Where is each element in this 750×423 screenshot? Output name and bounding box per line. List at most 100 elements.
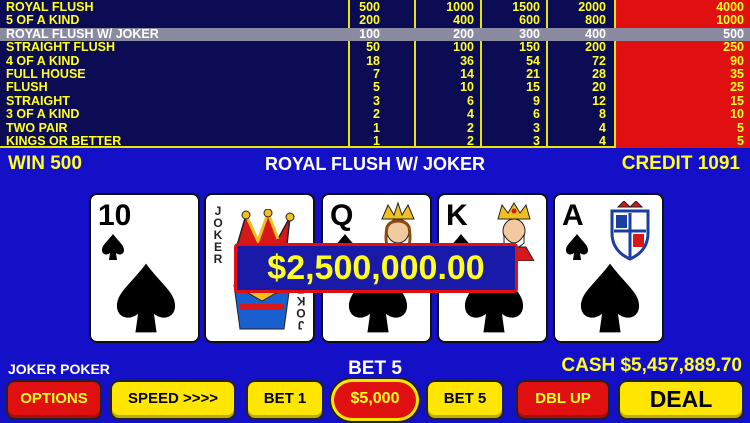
paytable-payout: 10 bbox=[730, 107, 744, 122]
card-rank: Q bbox=[330, 199, 354, 232]
paytable-payout: 5 bbox=[737, 120, 744, 135]
paytable-hand-name: ROYAL FLUSH bbox=[6, 0, 94, 14]
paytable-payout: 14 bbox=[460, 67, 474, 81]
paytable-payout: 200 bbox=[359, 13, 380, 28]
paytable-payout: 2 bbox=[373, 107, 380, 122]
paytable-payout: 4 bbox=[599, 134, 606, 148]
paytable-payout: 250 bbox=[723, 40, 744, 55]
paytable-payout: 36 bbox=[460, 53, 474, 68]
paytable-row: 3 OF A KIND 2 4 6 8 10 bbox=[0, 107, 750, 122]
paytable-payout: 100 bbox=[359, 26, 380, 41]
spade-icon bbox=[116, 263, 176, 333]
spade-icon bbox=[102, 234, 124, 260]
paytable-payout: 200 bbox=[585, 40, 606, 55]
paytable-row: 5 OF A KIND 200 400 600 800 1000 bbox=[0, 13, 750, 28]
options-button[interactable]: OPTIONS bbox=[8, 382, 100, 418]
paytable-hand-name: STRAIGHT bbox=[6, 93, 70, 108]
paytable-payout: 6 bbox=[467, 93, 474, 108]
paytable-payout: 15 bbox=[526, 80, 540, 95]
paytable-payout: 1 bbox=[373, 134, 380, 148]
paytable-payout: 1500 bbox=[512, 0, 540, 14]
paytable-payout: 6 bbox=[533, 107, 540, 122]
paytable-payout: 21 bbox=[526, 67, 540, 81]
paytable-payout: 2 bbox=[467, 120, 474, 135]
card-rank: A bbox=[562, 199, 584, 232]
paytable-payout: 5 bbox=[737, 134, 744, 148]
paytable-payout: 800 bbox=[585, 13, 606, 28]
double-up-button[interactable]: DBL UP bbox=[518, 382, 608, 418]
crest-shield-icon bbox=[610, 201, 650, 261]
paytable-payout: 400 bbox=[453, 13, 474, 28]
paytable-payout: 4 bbox=[467, 107, 474, 122]
paytable-row: FULL HOUSE 7 14 21 28 35 bbox=[0, 67, 750, 81]
paytable-payout: 600 bbox=[519, 13, 540, 28]
paytable-payout: 8 bbox=[599, 107, 606, 122]
card-rank: 10 bbox=[98, 199, 132, 232]
win-payout-banner: $2,500,000.00 bbox=[234, 243, 518, 293]
paytable-payout: 4000 bbox=[716, 0, 744, 14]
paytable-payout: 25 bbox=[730, 80, 744, 95]
paytable-payout: 7 bbox=[373, 67, 380, 81]
paytable-row: STRAIGHT 3 6 9 12 15 bbox=[0, 93, 750, 108]
paytable-payout: 1000 bbox=[446, 0, 474, 14]
paytable-hand-name: 4 OF A KIND bbox=[6, 53, 80, 68]
paytable-payout: 9 bbox=[533, 93, 540, 108]
paytable-payout: 400 bbox=[585, 26, 606, 41]
paytable-hand-name: ROYAL FLUSH W/ JOKER bbox=[6, 26, 159, 41]
paytable-row: TWO PAIR 1 2 3 4 5 bbox=[0, 120, 750, 135]
deal-button[interactable]: DEAL bbox=[620, 382, 742, 418]
card-1[interactable]: 10 bbox=[89, 193, 200, 343]
paytable-payout: 18 bbox=[366, 53, 380, 68]
paytable-payout: 3 bbox=[533, 134, 540, 148]
joker-label-top: JOKER bbox=[213, 204, 223, 266]
paytable-payout: 72 bbox=[592, 53, 606, 68]
bet-max-button[interactable]: BET 5 bbox=[428, 382, 502, 418]
cash-display: CASH $5,457,889.70 bbox=[561, 355, 742, 376]
paytable-row: ROYAL FLUSH 500 1000 1500 2000 4000 bbox=[0, 0, 750, 14]
paytable-payout: 15 bbox=[730, 93, 744, 108]
paytable-payout: 1 bbox=[373, 120, 380, 135]
paytable-payout: 200 bbox=[453, 26, 474, 41]
credit-display: CREDIT 1091 bbox=[621, 153, 740, 174]
paytable-payout: 3 bbox=[533, 120, 540, 135]
card-5[interactable]: A bbox=[553, 193, 664, 343]
paytable-payout: 2000 bbox=[578, 0, 606, 14]
spade-icon bbox=[566, 234, 588, 260]
paytable-payout: 150 bbox=[519, 40, 540, 55]
paytable-hand-name: 5 OF A KIND bbox=[6, 13, 80, 28]
paytable-payout: 100 bbox=[453, 40, 474, 55]
bet-one-button[interactable]: BET 1 bbox=[248, 382, 322, 418]
paytable-hand-name: STRAIGHT FLUSH bbox=[6, 40, 116, 55]
paytable-payout: 300 bbox=[519, 26, 540, 41]
card-rank: K bbox=[446, 199, 468, 232]
paytable-payout: 5 bbox=[373, 80, 380, 95]
denomination-button[interactable]: $5,000 bbox=[334, 382, 416, 418]
spade-icon bbox=[580, 263, 640, 333]
paytable-row: ROYAL FLUSH W/ JOKER 100 200 300 400 500 bbox=[0, 26, 750, 42]
paytable-payout: 3 bbox=[373, 93, 380, 108]
paytable-payout: 2 bbox=[467, 134, 474, 148]
paytable-row: 4 OF A KIND 18 36 54 72 90 bbox=[0, 53, 750, 68]
paytable-payout: 28 bbox=[592, 67, 606, 81]
paytable-hand-name: FLUSH bbox=[6, 80, 48, 95]
paytable-payout: 500 bbox=[359, 0, 380, 14]
paytable-payout: 1000 bbox=[716, 13, 744, 28]
speed-button[interactable]: SPEED >>>> bbox=[112, 382, 234, 418]
paytable-row: STRAIGHT FLUSH 50 100 150 200 250 bbox=[0, 40, 750, 55]
paytable-hand-name: 3 OF A KIND bbox=[6, 107, 80, 122]
paytable-hand-name: FULL HOUSE bbox=[6, 67, 86, 81]
paytable-payout: 4 bbox=[599, 120, 606, 135]
paytable-payout: 20 bbox=[592, 80, 606, 95]
paytable-payout: 500 bbox=[723, 26, 744, 41]
paytable-row: KINGS OR BETTER 1 2 3 4 5 bbox=[0, 134, 750, 148]
paytable-payout: 12 bbox=[592, 93, 606, 108]
paytable-payout: 90 bbox=[730, 53, 744, 68]
paytable-hand-name: KINGS OR BETTER bbox=[6, 134, 122, 148]
paytable-payout: 54 bbox=[526, 53, 540, 68]
paytable-row: FLUSH 5 10 15 20 25 bbox=[0, 80, 750, 95]
paytable-payout: 35 bbox=[730, 67, 744, 81]
paytable: ROYAL FLUSH 500 1000 1500 2000 4000 5 OF A KIN… bbox=[0, 0, 750, 148]
paytable-hand-name: TWO PAIR bbox=[6, 120, 68, 135]
paytable-payout: 50 bbox=[366, 40, 380, 55]
paytable-payout: 10 bbox=[460, 80, 474, 95]
